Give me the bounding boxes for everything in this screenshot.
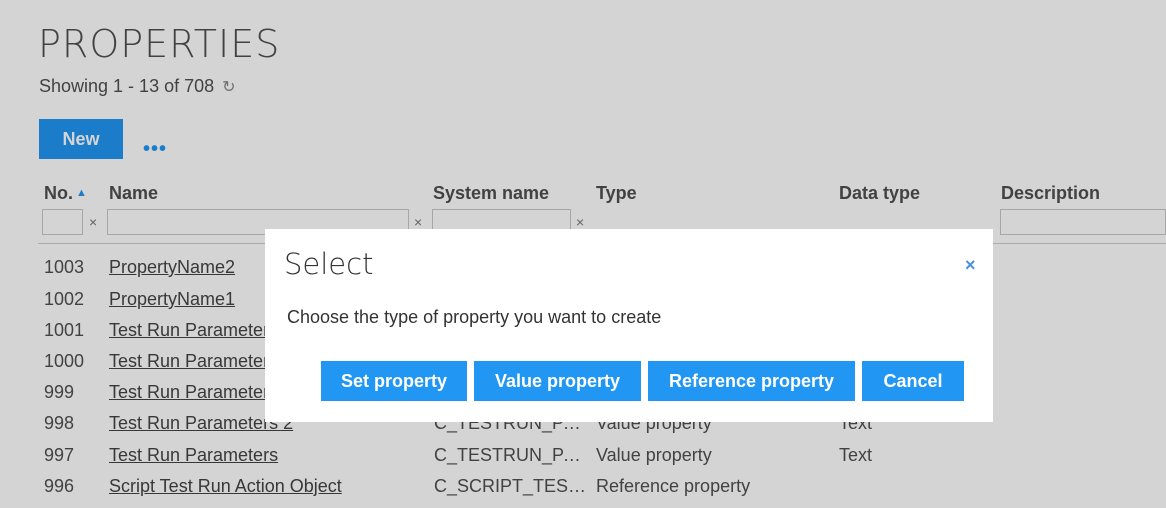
value-property-button[interactable]: Value property: [474, 361, 641, 401]
select-property-dialog: Select × Choose the type of property you…: [265, 229, 993, 422]
set-property-button[interactable]: Set property: [321, 361, 467, 401]
properties-page: PROPERTIES Showing 1 - 13 of 708 ↻ New •…: [0, 0, 1166, 508]
dialog-message: Choose the type of property you want to …: [287, 307, 662, 327]
close-icon[interactable]: ×: [965, 255, 976, 276]
reference-property-button[interactable]: Reference property: [648, 361, 855, 401]
cancel-button[interactable]: Cancel: [862, 361, 964, 401]
dialog-title: Select: [284, 247, 374, 281]
